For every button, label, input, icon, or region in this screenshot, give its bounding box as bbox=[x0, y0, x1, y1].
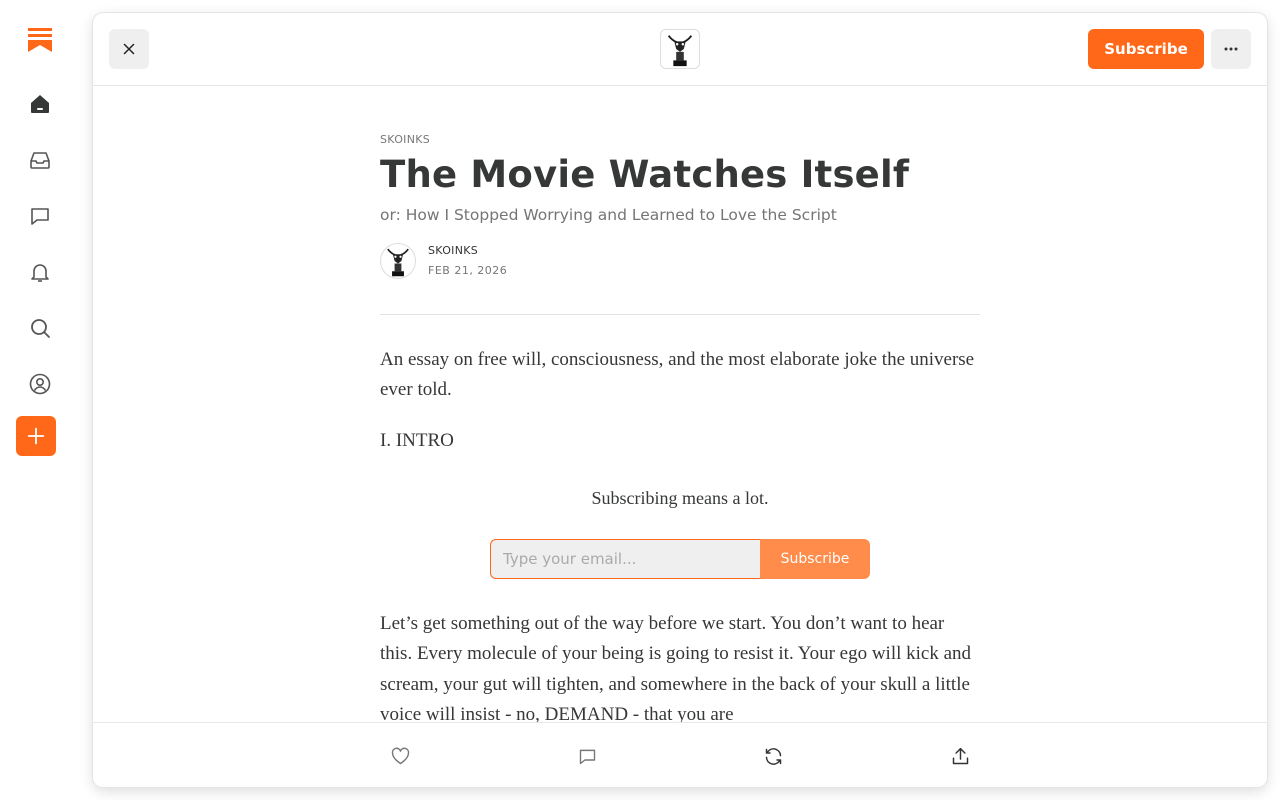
intro-paragraph: An essay on free will, consciousness, an… bbox=[380, 349, 975, 401]
goat-avatar-icon bbox=[387, 248, 409, 277]
more-options-button[interactable] bbox=[1211, 29, 1251, 69]
author-name[interactable]: SKOINKS bbox=[428, 244, 478, 257]
restack-button[interactable] bbox=[760, 743, 786, 769]
create-post-button[interactable] bbox=[16, 416, 56, 456]
chat-icon[interactable] bbox=[20, 196, 60, 236]
like-button[interactable] bbox=[387, 743, 413, 769]
header-divider bbox=[380, 314, 980, 315]
publication-logo[interactable] bbox=[660, 29, 700, 69]
comment-button[interactable] bbox=[574, 743, 600, 769]
post-date: FEB 21, 2026 bbox=[428, 264, 508, 277]
search-icon[interactable] bbox=[20, 308, 60, 348]
post-reader-modal: Subscribe SKOINKS The Movie Watches Itse… bbox=[93, 13, 1267, 787]
body-paragraph: Let’s get something out of the way befor… bbox=[380, 613, 972, 726]
share-icon bbox=[952, 747, 968, 764]
plus-icon bbox=[27, 427, 45, 445]
subscribe-button[interactable]: Subscribe bbox=[1088, 29, 1204, 69]
email-input[interactable] bbox=[490, 539, 760, 579]
heart-icon bbox=[391, 747, 409, 764]
share-button[interactable] bbox=[947, 743, 973, 769]
close-button[interactable] bbox=[109, 29, 149, 69]
inline-subscribe-button[interactable]: Subscribe bbox=[760, 539, 870, 579]
comment-icon bbox=[579, 749, 595, 764]
modal-header: Subscribe bbox=[93, 13, 1267, 86]
ellipsis-icon bbox=[1224, 47, 1238, 51]
publication-name[interactable]: SKOINKS bbox=[380, 133, 430, 146]
home-icon[interactable] bbox=[20, 84, 60, 124]
post-subtitle: or: How I Stopped Worrying and Learned t… bbox=[380, 206, 837, 224]
subscribe-form: Subscribe bbox=[490, 539, 870, 579]
substack-logo-icon[interactable] bbox=[20, 20, 60, 60]
section-heading: I. INTRO bbox=[380, 430, 454, 451]
goat-logo-icon bbox=[667, 35, 693, 67]
subscribe-prompt: Subscribing means a lot. bbox=[591, 488, 769, 508]
post-title: The Movie Watches Itself bbox=[380, 153, 910, 196]
close-icon bbox=[123, 43, 135, 55]
bell-icon[interactable] bbox=[20, 252, 60, 292]
profile-icon[interactable] bbox=[20, 364, 60, 404]
left-sidebar bbox=[0, 0, 80, 800]
post-action-bar bbox=[93, 722, 1267, 787]
author-avatar[interactable] bbox=[380, 243, 416, 279]
inbox-icon[interactable] bbox=[20, 140, 60, 180]
restack-icon bbox=[765, 747, 781, 765]
